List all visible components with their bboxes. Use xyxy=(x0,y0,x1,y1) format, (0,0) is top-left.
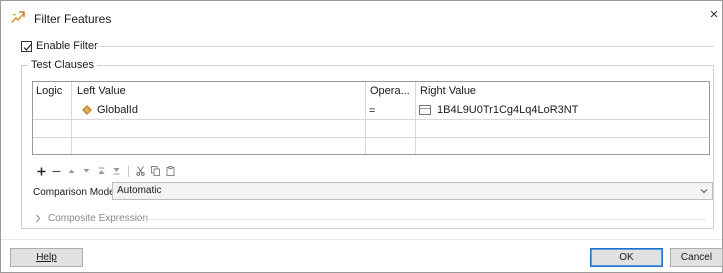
checkmark-icon xyxy=(23,43,32,51)
column-header-operator[interactable]: Opera... xyxy=(367,82,410,100)
divider xyxy=(139,219,706,220)
row-divider xyxy=(33,137,709,138)
column-header-right-value[interactable]: Right Value xyxy=(417,82,476,100)
column-divider xyxy=(71,82,72,154)
left-value-cell[interactable]: GlobalId xyxy=(97,104,138,116)
comparison-mode-value: Automatic xyxy=(117,185,162,196)
column-divider xyxy=(415,82,416,154)
comparison-mode-label: Comparison Mode: xyxy=(33,187,118,198)
filter-features-dialog: Filter Features × Enable Filter Test Cla… xyxy=(0,0,723,273)
chevron-down-icon xyxy=(700,186,708,194)
add-icon[interactable] xyxy=(35,164,47,178)
clause-toolbar xyxy=(35,164,179,178)
button-bar-divider xyxy=(1,239,722,240)
move-top-icon[interactable] xyxy=(95,164,107,178)
comparison-mode-select[interactable]: Automatic xyxy=(112,182,713,200)
help-button-label: Help xyxy=(36,252,57,263)
move-up-icon[interactable] xyxy=(65,164,77,178)
column-header-logic[interactable]: Logic xyxy=(33,82,62,100)
test-clauses-table: Logic Left Value Opera... Right Value Gl… xyxy=(32,81,710,155)
remove-icon[interactable] xyxy=(50,164,62,178)
copy-icon[interactable] xyxy=(149,164,161,178)
operator-cell[interactable]: = xyxy=(369,105,375,117)
window-title: Filter Features xyxy=(34,12,112,26)
enable-filter-label: Enable Filter xyxy=(36,40,98,52)
enable-filter-toggle[interactable]: Enable Filter xyxy=(21,39,98,53)
ok-button[interactable]: OK xyxy=(590,248,663,267)
column-divider xyxy=(365,82,366,154)
composite-expression-toggle[interactable]: Composite Expression xyxy=(34,213,148,224)
chevron-right-icon xyxy=(34,214,42,223)
cut-icon[interactable] xyxy=(134,164,146,178)
composite-expression-label: Composite Expression xyxy=(48,213,149,224)
enable-filter-checkbox[interactable] xyxy=(21,40,32,52)
paste-icon[interactable] xyxy=(164,164,176,178)
right-value-cell[interactable]: 1B4L9U0Tr1Cg4Lq4LoR3NT xyxy=(437,104,578,116)
toolbar-separator xyxy=(128,165,129,177)
attribute-icon xyxy=(82,105,92,115)
text-value-icon xyxy=(419,105,431,115)
close-icon[interactable]: × xyxy=(706,5,722,27)
title-bar: Filter Features × xyxy=(1,1,722,35)
column-header-left-value[interactable]: Left Value xyxy=(74,82,126,100)
test-clauses-title: Test Clauses xyxy=(28,59,97,71)
cancel-button[interactable]: Cancel xyxy=(670,248,723,267)
row-divider xyxy=(33,119,709,120)
move-bottom-icon[interactable] xyxy=(110,164,122,178)
help-button[interactable]: Help xyxy=(10,248,83,267)
move-down-icon[interactable] xyxy=(80,164,92,178)
divider xyxy=(93,46,714,47)
fme-transformer-icon xyxy=(10,10,26,24)
